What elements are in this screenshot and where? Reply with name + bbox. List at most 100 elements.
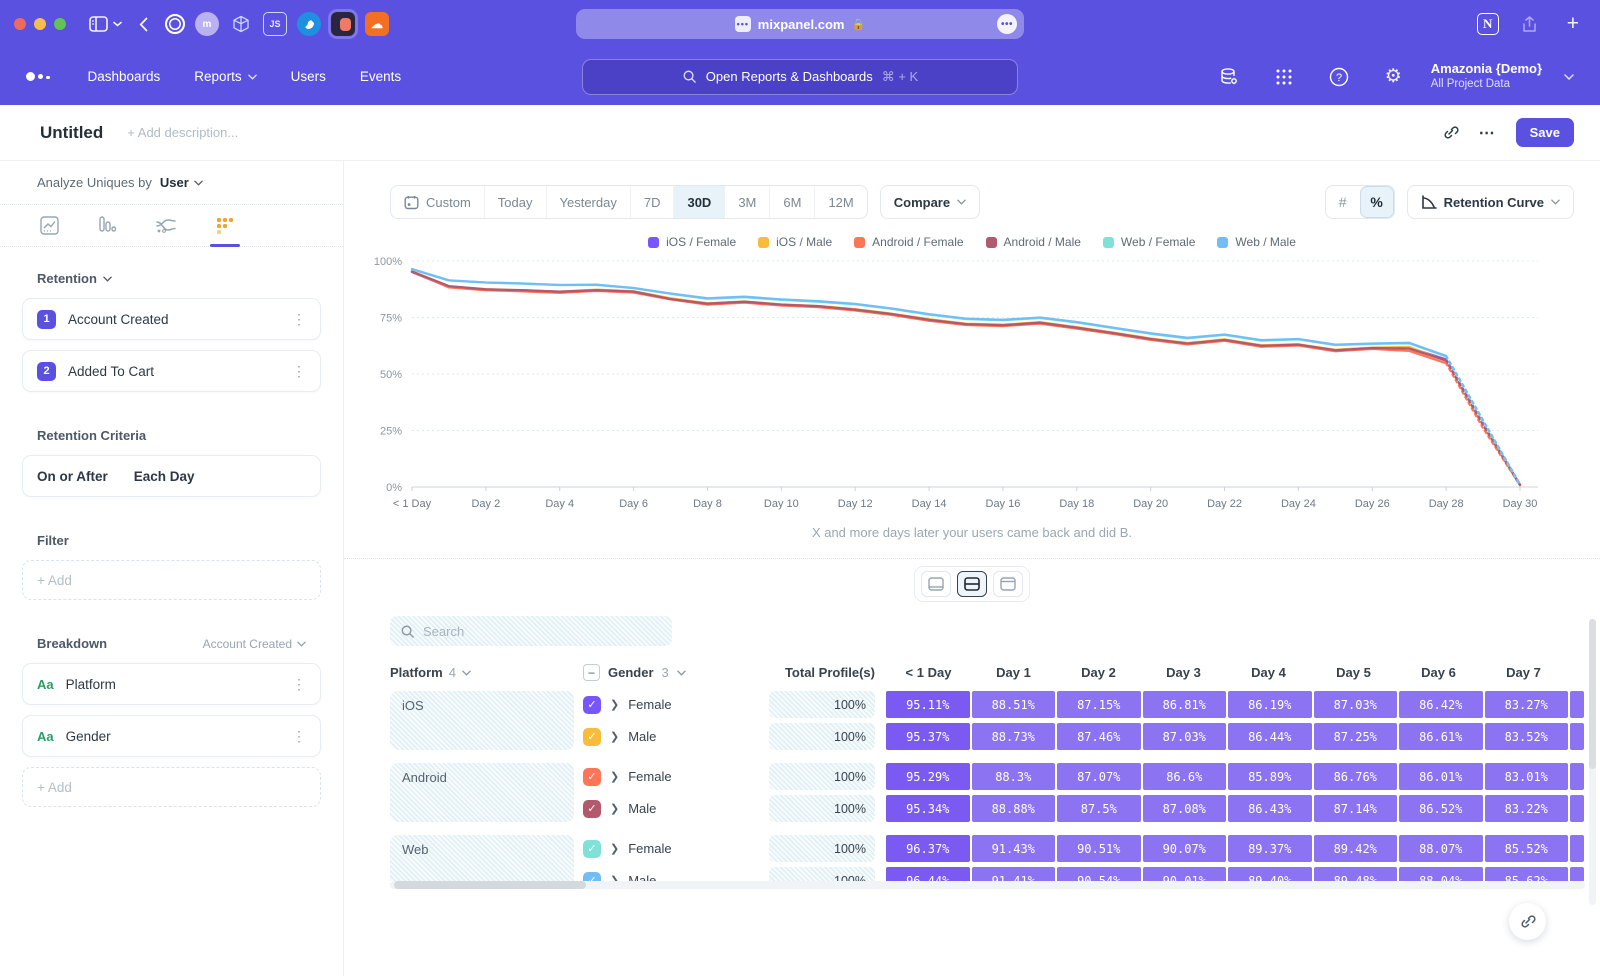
series-checkbox[interactable]: ✓ xyxy=(583,696,601,714)
more-options-button[interactable]: ⋯ xyxy=(1479,123,1496,143)
day-column-header[interactable]: Day 6 xyxy=(1396,665,1481,680)
retention-cell[interactable]: 87.14% xyxy=(1314,795,1398,822)
minimize-window-button[interactable] xyxy=(34,18,46,30)
legend-item[interactable]: Android / Male xyxy=(986,235,1081,249)
retention-cell[interactable]: 95.34% xyxy=(886,795,970,822)
breakdown-gender[interactable]: Aa Gender ⋮ xyxy=(22,715,321,757)
analyze-entity-select[interactable]: User xyxy=(160,175,203,190)
day-column-header[interactable]: Day 7 xyxy=(1481,665,1566,680)
expand-chevron-icon[interactable]: ❯ xyxy=(610,770,619,783)
retention-cell[interactable]: 86.42% xyxy=(1399,691,1483,718)
retention-cell[interactable]: 89.37% xyxy=(1228,835,1312,862)
retention-criteria-card[interactable]: On or After Each Day xyxy=(22,455,321,497)
retention-cell[interactable]: 87.46% xyxy=(1057,723,1141,750)
close-window-button[interactable] xyxy=(14,18,26,30)
nav-item-reports[interactable]: Reports xyxy=(194,69,256,84)
nav-item-events[interactable]: Events xyxy=(360,69,401,84)
help-icon[interactable]: ? xyxy=(1329,67,1349,87)
step-options-kebab-icon[interactable]: ⋮ xyxy=(292,311,306,328)
bird-extension-icon[interactable] xyxy=(297,12,321,36)
data-management-icon[interactable] xyxy=(1219,67,1239,87)
layout-split-button[interactable] xyxy=(957,571,987,597)
range-yesterday[interactable]: Yesterday xyxy=(547,186,631,218)
expand-chevron-icon[interactable]: ❯ xyxy=(610,698,619,711)
retention-cell[interactable]: 95.11% xyxy=(886,691,970,718)
day-column-header[interactable]: Day 1 xyxy=(971,665,1056,680)
layout-chart-only-button[interactable] xyxy=(921,571,951,597)
retention-cell[interactable]: 89.48% xyxy=(1314,867,1398,881)
soundcloud-extension-icon[interactable]: ☁ xyxy=(365,12,389,36)
range-3m[interactable]: 3M xyxy=(725,186,770,218)
platform-cell[interactable]: Web xyxy=(390,835,574,881)
table-search[interactable] xyxy=(390,616,672,646)
retention-step-2[interactable]: 2 Added To Cart ⋮ xyxy=(22,350,321,392)
range-today[interactable]: Today xyxy=(485,186,547,218)
js-extension-icon[interactable]: JS xyxy=(263,12,287,36)
retention-cell[interactable]: 87.5% xyxy=(1057,795,1141,822)
retention-cell[interactable]: 85.52% xyxy=(1485,835,1569,862)
retention-chart[interactable]: 0%25%50%75%100%< 1 DayDay 2Day 4Day 6Day… xyxy=(360,251,1590,519)
retention-section-header[interactable]: Retention xyxy=(37,271,306,286)
url-bar[interactable]: ••• mixpanel.com 🔒 ••• xyxy=(576,9,1024,39)
m-extension-icon[interactable]: m xyxy=(195,12,219,36)
total-profiles-header[interactable]: Total Profile(s) xyxy=(769,665,875,680)
mixpanel-logo[interactable] xyxy=(26,72,50,81)
settings-gear-icon[interactable]: ⚙ xyxy=(1385,65,1402,88)
retention-cell[interactable]: 88.51% xyxy=(972,691,1056,718)
day-column-header[interactable]: Day 3 xyxy=(1141,665,1226,680)
platform-cell[interactable]: Android xyxy=(390,763,574,822)
retention-cell[interactable]: 88.3% xyxy=(972,763,1056,790)
report-title[interactable]: Untitled xyxy=(40,123,103,143)
back-button[interactable] xyxy=(139,17,148,32)
retention-cell[interactable]: 86.61% xyxy=(1399,723,1483,750)
retention-cell[interactable]: 88.04% xyxy=(1399,867,1483,881)
apps-grid-icon[interactable] xyxy=(1275,68,1293,86)
new-tab-button[interactable]: + xyxy=(1567,12,1579,36)
step-options-kebab-icon[interactable]: ⋮ xyxy=(292,363,306,380)
day-column-header[interactable]: Day 5 xyxy=(1311,665,1396,680)
criteria-mode[interactable]: On or After xyxy=(37,469,108,484)
breakdown-options-kebab-icon[interactable]: ⋮ xyxy=(292,676,306,693)
tab-flows[interactable] xyxy=(156,205,176,246)
retention-cell[interactable]: 87.25% xyxy=(1314,723,1398,750)
day-column-header[interactable]: Day 2 xyxy=(1056,665,1141,680)
expand-chevron-icon[interactable]: ❯ xyxy=(610,874,619,881)
retention-cell[interactable]: 89.40% xyxy=(1228,867,1312,881)
horizontal-scrollbar[interactable] xyxy=(390,881,1585,889)
range-12m[interactable]: 12M xyxy=(815,186,866,218)
nav-item-users[interactable]: Users xyxy=(291,69,326,84)
breakdown-options-kebab-icon[interactable]: ⋮ xyxy=(292,728,306,745)
select-all-checkbox[interactable]: − xyxy=(583,664,600,681)
retention-cell[interactable]: 87.07% xyxy=(1057,763,1141,790)
floating-share-link-button[interactable] xyxy=(1509,903,1546,940)
series-checkbox[interactable]: ✓ xyxy=(583,768,601,786)
retention-cell[interactable]: 88.07% xyxy=(1399,835,1483,862)
retention-cell[interactable]: 86.52% xyxy=(1399,795,1483,822)
gender-column-header[interactable]: − Gender 3 xyxy=(583,664,769,681)
retention-cell[interactable]: 95.37% xyxy=(886,723,970,750)
platform-column-header[interactable]: Platform 4 xyxy=(390,665,574,680)
platform-cell[interactable]: iOS xyxy=(390,691,574,750)
legend-item[interactable]: Android / Female xyxy=(854,235,963,249)
retention-cell[interactable]: 89.42% xyxy=(1314,835,1398,862)
series-checkbox[interactable]: ✓ xyxy=(583,840,601,858)
layout-table-only-button[interactable] xyxy=(993,571,1023,597)
url-more-button[interactable]: ••• xyxy=(997,14,1017,34)
notion-extension-icon[interactable]: N xyxy=(1477,13,1499,35)
add-breakdown-button[interactable]: + Add xyxy=(22,767,321,807)
record-extension-icon[interactable] xyxy=(165,14,185,34)
retention-cell[interactable]: 87.15% xyxy=(1057,691,1141,718)
retention-cell[interactable]: 87.08% xyxy=(1143,795,1227,822)
retention-cell[interactable]: 90.51% xyxy=(1057,835,1141,862)
retention-cell[interactable]: 86.01% xyxy=(1399,763,1483,790)
series-line-web-male[interactable] xyxy=(412,269,1446,356)
retention-cell[interactable]: 83.22% xyxy=(1485,795,1569,822)
retention-cell[interactable]: 86.76% xyxy=(1314,763,1398,790)
share-icon[interactable] xyxy=(1522,16,1537,33)
sidebar-toggle-icon[interactable] xyxy=(89,16,108,32)
tab-insights[interactable] xyxy=(40,205,59,246)
retention-cell[interactable]: 86.19% xyxy=(1228,691,1312,718)
retention-cell[interactable]: 86.6% xyxy=(1143,763,1227,790)
report-description-placeholder[interactable]: + Add description... xyxy=(127,125,238,140)
vertical-scrollbar[interactable] xyxy=(1589,619,1596,905)
